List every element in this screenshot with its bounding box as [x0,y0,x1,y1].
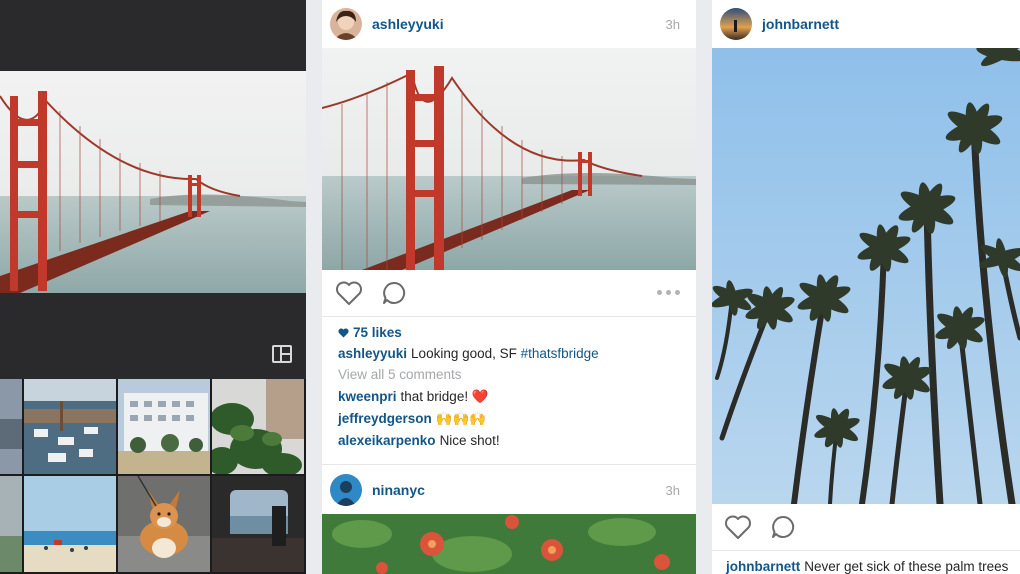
feed-panel-right: johnbarnett johnbarnett Never get sick o… [712,0,1020,574]
comment-text: Nice shot! [439,433,500,448]
comment-row: jeffreydgerson 🙌🙌🙌 [338,411,486,427]
small-heart-icon [338,327,349,337]
more-options-icon[interactable] [657,290,680,295]
editor-top-bar [0,0,306,71]
camera-roll-thumb[interactable] [118,476,212,574]
editor-toolbar [0,293,306,379]
post-username[interactable]: ninanyc [372,482,425,498]
divider [322,464,696,465]
heart-icon[interactable] [335,280,363,306]
caption-hashtag[interactable]: #thatsfbridge [521,346,599,361]
avatar[interactable] [330,474,362,506]
post-timestamp: 3h [665,482,680,498]
heart-icon[interactable] [724,514,752,540]
caption-text: Looking good, SF [411,346,517,361]
camera-roll-thumb[interactable] [24,379,118,476]
app-screenshot-collage: ashleyyuki 3h 75 likes ashleyyuki Lookin… [0,0,1020,574]
comment-icon[interactable] [381,280,407,306]
camera-roll-thumb[interactable] [24,476,118,574]
comment-username[interactable]: alexeikarpenko [338,433,436,448]
editor-preview-photo [0,71,306,293]
comment-emoji: ❤️ [471,389,489,404]
caption-username[interactable]: ashleyyuki [338,346,407,361]
comment-row: kweenpri that bridge! ❤️ [338,389,489,405]
post-username[interactable]: ashleyyuki [372,16,444,32]
post-username[interactable]: johnbarnett [762,16,839,32]
post-photo[interactable] [322,48,696,270]
view-all-comments-link[interactable]: View all 5 comments [338,367,462,382]
likes-count[interactable]: 75 likes [338,325,402,340]
caption-text: Never get sick of these palm trees [804,559,1009,574]
camera-roll-thumb[interactable] [118,379,212,476]
layout-editor-panel [0,0,306,574]
comment-row: alexeikarpenko Nice shot! [338,433,500,448]
comment-icon[interactable] [770,514,796,540]
caption: johnbarnett Never get sick of these palm … [726,559,1008,574]
feed-panel-main: ashleyyuki 3h 75 likes ashleyyuki Lookin… [322,0,696,574]
comment-username[interactable]: kweenpri [338,389,397,404]
camera-roll-thumb[interactable] [212,379,306,476]
post-timestamp: 3h [665,16,680,32]
camera-roll-thumb[interactable] [212,476,306,574]
divider [712,550,1020,551]
post-photo[interactable] [712,48,1020,504]
camera-roll-grid [0,379,306,574]
comment-emoji: 🙌🙌🙌 [435,411,487,426]
camera-roll-thumb[interactable] [0,379,24,476]
comment-username[interactable]: jeffreydgerson [338,411,432,426]
layout-icon[interactable] [272,345,292,363]
post-header: ninanyc 3h [322,466,696,514]
avatar[interactable] [720,8,752,40]
post-actions [322,270,696,316]
camera-roll-thumb[interactable] [0,476,24,574]
post-actions [712,504,1020,550]
likes-text: 75 likes [353,325,402,340]
caption-username[interactable]: johnbarnett [726,559,800,574]
divider [322,316,696,317]
post-header: ashleyyuki 3h [322,0,696,48]
avatar[interactable] [330,8,362,40]
post-header: johnbarnett [712,0,1020,48]
caption: ashleyyuki Looking good, SF #thatsfbridge [338,346,599,361]
comment-text: that bridge! [400,389,469,404]
post-photo[interactable] [322,514,696,574]
